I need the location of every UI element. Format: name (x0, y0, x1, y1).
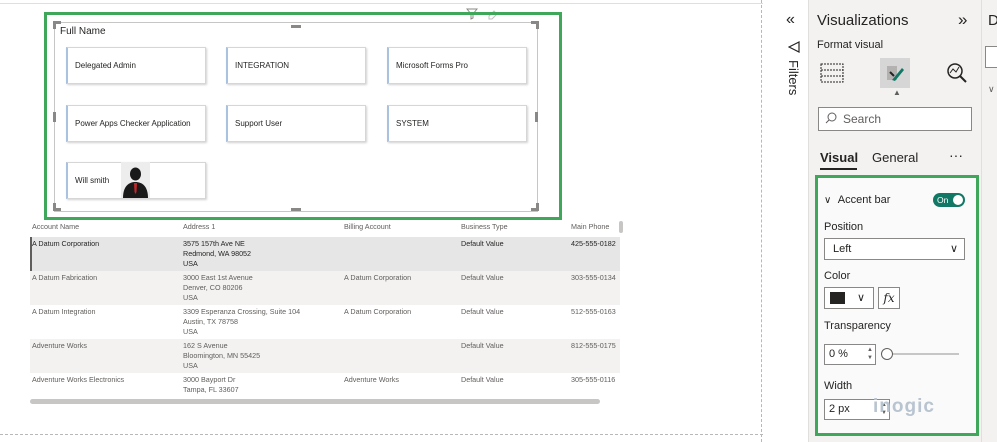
table-row[interactable]: A Datum Integration 3309 Esperanza Cross… (30, 305, 620, 339)
filter-funnel-icon[interactable] (787, 40, 800, 58)
resize-handle-bl-v[interactable] (53, 203, 56, 211)
visualizations-title: Visualizations (817, 12, 909, 29)
active-caret-icon: ▲ (893, 88, 901, 97)
cell-account-name: A Datum Integration (32, 307, 96, 316)
slicer-card[interactable]: Delegated Admin (66, 47, 206, 84)
cell-main-phone: 812-555-0175 (571, 341, 616, 350)
table-row[interactable]: Adventure Works Electronics 3000 Bayport… (30, 373, 620, 397)
cell-billing-account: A Datum Corporation (344, 307, 412, 316)
search-icon (825, 112, 837, 127)
table-vertical-scrollbar[interactable] (619, 221, 623, 233)
canvas-bottom-border (0, 434, 763, 435)
cell-main-phone: 425-555-0182 (571, 239, 616, 248)
cell-main-phone: 305-555-0116 (571, 375, 616, 384)
accent-bar-toggle[interactable]: On (933, 193, 965, 207)
table-row[interactable]: A Datum Corporation 3575 157th Ave NE Red… (30, 237, 620, 271)
column-header-billing-account[interactable]: Billing Account (344, 222, 391, 231)
cell-account-name: Adventure Works Electronics (32, 375, 125, 384)
column-header-business-type[interactable]: Business Type (461, 222, 508, 231)
slicer-card[interactable]: Support User (226, 105, 366, 142)
cell-account-name: Adventure Works (32, 341, 87, 350)
color-label: Color (824, 270, 851, 282)
chevron-down-icon: ∨ (949, 243, 958, 255)
more-options-icon[interactable]: ··· (949, 147, 963, 163)
inogic-watermark: inogic (873, 396, 935, 417)
search-placeholder: Search (843, 112, 882, 126)
cell-main-phone: 303-555-0134 (571, 273, 616, 282)
cell-billing-account: Adventure Works (344, 375, 399, 384)
chevron-down-icon: ∨ (857, 292, 866, 304)
column-header-address[interactable]: Address 1 (183, 222, 215, 231)
toggle-knob (953, 195, 963, 205)
width-label: Width (824, 380, 853, 392)
transparency-slider-thumb[interactable] (881, 348, 893, 360)
filters-pane-label[interactable]: Filters (786, 60, 801, 95)
transparency-value: 0 % (829, 348, 848, 360)
cell-business-type: Default Value (461, 307, 504, 316)
canvas-right-border (761, 0, 762, 442)
transparency-label: Transparency (824, 320, 891, 332)
table-build-icon[interactable] (817, 58, 847, 88)
canvas-top-border (0, 3, 763, 4)
resize-handle-right[interactable] (535, 112, 538, 122)
chevron-down-icon: ∨ (824, 195, 832, 206)
cell-billing-account: A Datum Corporation (344, 273, 412, 282)
slicer-card[interactable]: INTEGRATION (226, 47, 366, 84)
slicer-card[interactable]: Power Apps Checker Application (66, 105, 206, 142)
resize-handle-left[interactable] (53, 112, 56, 122)
search-input[interactable]: Search (818, 107, 972, 131)
accent-bar-title: Accent bar (837, 194, 891, 206)
cell-business-type: Default Value (461, 273, 504, 282)
resize-handle-br-v[interactable] (536, 203, 539, 211)
resize-handle-tl-v[interactable] (53, 21, 56, 29)
data-search-input[interactable] (985, 46, 997, 68)
cell-address: 3309 Esperanza Crossing, Suite 104 Austin… (183, 307, 301, 336)
data-pane-label[interactable]: D (988, 12, 997, 29)
resize-handle-bottom[interactable] (291, 208, 301, 211)
format-paintbrush-icon[interactable] (880, 58, 910, 88)
analytics-magnifier-icon[interactable] (942, 58, 972, 88)
cell-account-name: A Datum Corporation (32, 239, 100, 248)
table-horizontal-scrollbar[interactable] (30, 399, 600, 404)
table-row[interactable]: Adventure Works 162 S Avenue Bloomington,… (30, 339, 620, 373)
cell-address: 162 S Avenue Bloomington, MN 55425 USA (183, 341, 261, 370)
tab-general[interactable]: General (872, 150, 918, 165)
position-dropdown[interactable]: Left ∨ (824, 238, 965, 260)
accent-bar-section-header[interactable]: ∨ Accent bar (824, 194, 890, 206)
color-swatch (830, 292, 845, 304)
user-avatar (121, 162, 150, 198)
column-header-account-name[interactable]: Account Name (32, 222, 79, 231)
conditional-format-fx-button[interactable]: fx (878, 287, 900, 309)
spinner-arrows-icon[interactable]: ▲ ▼ (867, 346, 873, 362)
cell-account-name: A Datum Fabrication (32, 273, 98, 282)
cell-address: 3575 157th Ave NE Redmond, WA 98052 USA (183, 239, 252, 268)
cell-address: 3000 Bayport Dr Tampa, FL 33607 (183, 375, 239, 394)
slicer-card[interactable]: SYSTEM (387, 105, 527, 142)
slicer-title: Full Name (60, 26, 106, 37)
toggle-label: On (937, 195, 949, 205)
width-value: 2 px (829, 403, 850, 415)
resize-handle-tr-v[interactable] (536, 21, 539, 29)
chevron-down-icon[interactable]: ∨ (988, 84, 995, 95)
color-picker[interactable]: ∨ (824, 287, 874, 309)
slicer-card[interactable]: Microsoft Forms Pro (387, 47, 527, 84)
transparency-input[interactable]: 0 % ▲ ▼ (824, 344, 876, 365)
transparency-slider-track[interactable] (884, 353, 959, 355)
table-row[interactable]: A Datum Fabrication 3000 East 1st Avenue… (30, 271, 620, 305)
tab-visual[interactable]: Visual (820, 150, 858, 165)
cell-business-type: Default Value (461, 375, 504, 384)
cell-address: 3000 East 1st Avenue Denver, CO 80206 USA (183, 273, 253, 302)
collapse-filters-icon[interactable]: « (786, 11, 795, 29)
format-visual-label: Format visual (817, 39, 884, 51)
resize-handle-top[interactable] (291, 25, 301, 28)
cell-business-type: Default Value (461, 341, 504, 350)
cell-main-phone: 512-555-0163 (571, 307, 616, 316)
position-value: Left (833, 243, 852, 255)
position-label: Position (824, 221, 864, 233)
expand-pane-icon[interactable]: » (958, 10, 967, 30)
column-header-main-phone[interactable]: Main Phone (571, 222, 609, 231)
cell-business-type: Default Value (461, 239, 504, 248)
active-tab-underline (820, 168, 857, 170)
